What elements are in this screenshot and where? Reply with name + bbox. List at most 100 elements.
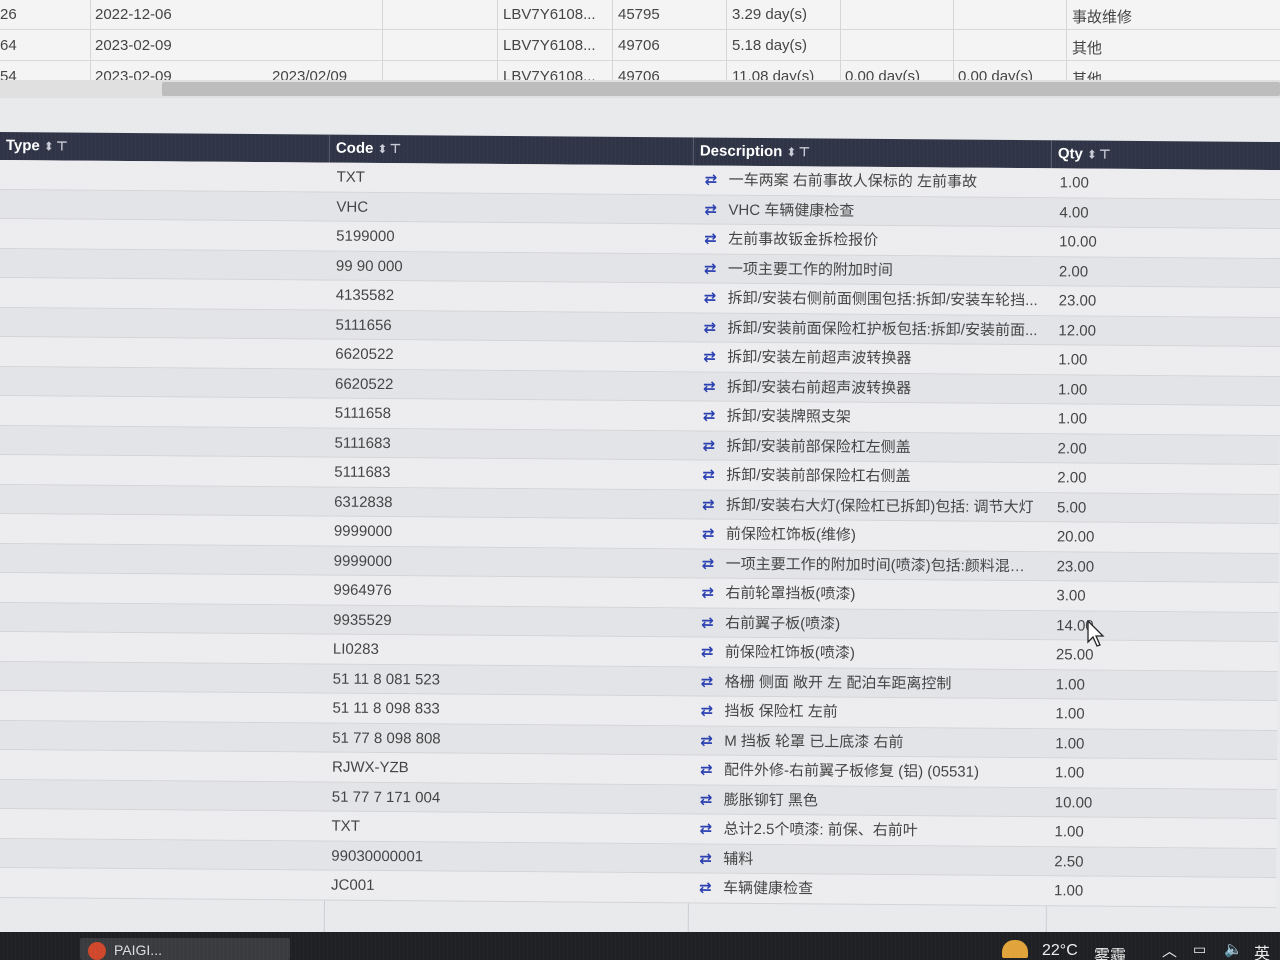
app-icon — [88, 942, 106, 960]
description-text: 拆卸/安装前面保险杠护板包括:拆卸/安装前面... — [727, 319, 1038, 339]
column-header-qty[interactable]: Qty ⬍ ⊤ — [1052, 140, 1280, 170]
cell-description: ⇄ 辅料 — [699, 844, 1034, 876]
cell-description: ⇄ 左前事故钣金拆检报价 — [704, 225, 1039, 257]
cell-code: VHC — [336, 198, 369, 216]
swap-arrows-icon[interactable]: ⇄ — [703, 402, 723, 431]
column-header-code[interactable]: Code ⬍ ⊤ — [329, 134, 694, 166]
swap-arrows-icon[interactable]: ⇄ — [701, 608, 721, 637]
sort-icon[interactable]: ⬍ — [786, 145, 796, 159]
taskbar-app-button[interactable]: PAIGI... — [80, 938, 290, 960]
cell-code: 4135582 — [335, 286, 395, 305]
horizontal-scrollbar[interactable] — [0, 80, 1280, 98]
history-duration: 3.29 day(s) — [732, 6, 808, 23]
swap-arrows-icon[interactable]: ⇄ — [704, 195, 724, 224]
history-row[interactable]: 26 2022-12-06 LBV7Y6108... 45795 3.29 da… — [0, 0, 1280, 30]
swap-arrows-icon[interactable]: ⇄ — [703, 372, 723, 401]
cell-description: ⇄ 一项主要工作的附加时间(喷漆)包括:颜料混合... — [702, 549, 1037, 581]
cell-description: ⇄ 拆卸/安装右前超声波转换器 — [703, 372, 1038, 404]
cell-qty: 23.00 — [1058, 292, 1097, 310]
swap-arrows-icon[interactable]: ⇄ — [704, 254, 724, 283]
tray-chevron-up-icon[interactable]: ︿ — [1162, 940, 1177, 960]
swap-arrows-icon[interactable]: ⇄ — [699, 844, 719, 873]
swap-arrows-icon[interactable]: ⇄ — [703, 313, 723, 342]
description-text: 前保险杠饰板(喷漆) — [724, 643, 855, 662]
swap-arrows-icon[interactable]: ⇄ — [702, 431, 722, 460]
swap-arrows-icon[interactable]: ⇄ — [702, 520, 722, 549]
swap-arrows-icon[interactable]: ⇄ — [700, 785, 720, 814]
cell-qty: 1.00 — [1057, 380, 1088, 399]
swap-arrows-icon[interactable]: ⇄ — [702, 490, 722, 519]
history-mileage: 45795 — [618, 6, 660, 23]
swap-arrows-icon[interactable]: ⇄ — [700, 697, 720, 726]
swap-arrows-icon[interactable]: ⇄ — [701, 638, 721, 667]
weather-condition[interactable]: 雾霾 — [1094, 942, 1126, 960]
swap-arrows-icon[interactable]: ⇄ — [699, 815, 719, 844]
cell-qty: 1.00 — [1054, 882, 1084, 900]
cell-qty: 1.00 — [1058, 351, 1088, 369]
display-icon[interactable]: ▭ — [1193, 941, 1206, 958]
cell-description: ⇄ M 挡板 轮罩 已上底漆 右前 — [700, 726, 1035, 758]
sort-icon[interactable]: ⬍ — [44, 139, 54, 153]
filter-icon[interactable]: ⊤ — [798, 144, 810, 159]
history-row[interactable]: 64 2023-02-09 LBV7Y6108... 49706 5.18 da… — [0, 31, 1280, 61]
swap-arrows-icon[interactable]: ⇄ — [700, 726, 720, 755]
cell-qty: 1.00 — [1059, 174, 1089, 192]
cell-code: 9935529 — [333, 611, 392, 629]
cell-code: TXT — [336, 168, 366, 186]
description-text: 膨胀铆钉 黑色 — [723, 791, 819, 809]
cell-description: ⇄ 拆卸/安装牌照支架 — [703, 402, 1038, 434]
history-date: 2023-02-09 — [95, 37, 172, 54]
cell-qty: 14.00 — [1056, 616, 1094, 635]
cell-qty: 25.00 — [1055, 646, 1094, 664]
cell-description: ⇄ 一车两案 右前事故人保标的 左前事故 — [705, 166, 1040, 198]
cell-code: 51 77 7 171 004 — [331, 788, 441, 806]
cell-description: ⇄ 前保险杠饰板(喷漆) — [701, 638, 1036, 670]
filter-icon[interactable]: ⊤ — [389, 141, 401, 156]
volume-icon[interactable]: 🔈 — [1224, 940, 1243, 958]
cell-qty: 4.00 — [1059, 203, 1089, 222]
swap-arrows-icon[interactable]: ⇄ — [705, 166, 725, 195]
swap-arrows-icon[interactable]: ⇄ — [702, 549, 722, 578]
swap-arrows-icon[interactable]: ⇄ — [701, 667, 721, 696]
cell-qty: 1.00 — [1055, 675, 1085, 694]
cell-qty: 10.00 — [1059, 233, 1097, 251]
screen: 26 2022-12-06 LBV7Y6108... 45795 3.29 da… — [0, 0, 1280, 960]
weather-icon[interactable] — [1002, 940, 1028, 958]
sort-icon[interactable]: ⬍ — [1087, 148, 1097, 162]
description-text: 拆卸/安装前部保险杠左侧盖 — [726, 437, 911, 456]
cell-code: 5111658 — [334, 404, 392, 423]
input-method-indicator[interactable]: 英 — [1254, 940, 1270, 960]
history-date: 2022-12-06 — [95, 6, 172, 23]
cell-qty: 3.00 — [1056, 587, 1086, 605]
history-row[interactable]: 54 2023-02-09 2023/02/09 LBV7Y6108... 49… — [0, 62, 1280, 82]
swap-arrows-icon[interactable]: ⇄ — [704, 284, 724, 313]
mouse-cursor-icon — [1087, 620, 1105, 647]
filter-icon[interactable]: ⊤ — [56, 138, 68, 153]
swap-arrows-icon[interactable]: ⇄ — [699, 874, 719, 903]
column-header-label: Qty — [1057, 145, 1083, 163]
cell-qty: 10.00 — [1054, 793, 1093, 812]
swap-arrows-icon[interactable]: ⇄ — [703, 343, 723, 372]
description-text: 格栅 侧面 敞开 左 配泊车距离控制 — [724, 673, 952, 692]
cell-code: 9964976 — [333, 581, 392, 600]
weather-temperature[interactable]: 22°C — [1042, 942, 1078, 960]
swap-arrows-icon[interactable]: ⇄ — [702, 461, 722, 490]
cell-qty: 20.00 — [1056, 528, 1095, 546]
cell-code: JC001 — [331, 876, 375, 894]
description-text: 拆卸/安装右侧前面侧围包括:拆卸/安装车轮挡... — [727, 289, 1038, 310]
filter-icon[interactable]: ⊤ — [1099, 147, 1111, 162]
cell-description: ⇄ 前保险杠饰板(维修) — [702, 520, 1037, 552]
cell-code: 51 11 8 098 833 — [332, 699, 440, 718]
scrollbar-thumb[interactable] — [162, 82, 1280, 96]
swap-arrows-icon[interactable]: ⇄ — [700, 756, 720, 785]
swap-arrows-icon[interactable]: ⇄ — [701, 579, 721, 608]
description-text: 拆卸/安装右前超声波转换器 — [726, 378, 912, 397]
cell-qty: 12.00 — [1058, 321, 1097, 340]
sort-icon[interactable]: ⬍ — [377, 142, 387, 156]
column-header-type[interactable]: Type ⬍ ⊤ — [0, 132, 330, 163]
swap-arrows-icon[interactable]: ⇄ — [704, 225, 724, 254]
cell-code: 51 77 8 098 808 — [332, 729, 441, 747]
cell-description: ⇄ 拆卸/安装左前超声波转换器 — [703, 343, 1038, 375]
column-header-description[interactable]: Description ⬍ ⊤ — [693, 137, 1052, 169]
cell-description: ⇄ 挡板 保险杠 左前 — [700, 697, 1035, 729]
